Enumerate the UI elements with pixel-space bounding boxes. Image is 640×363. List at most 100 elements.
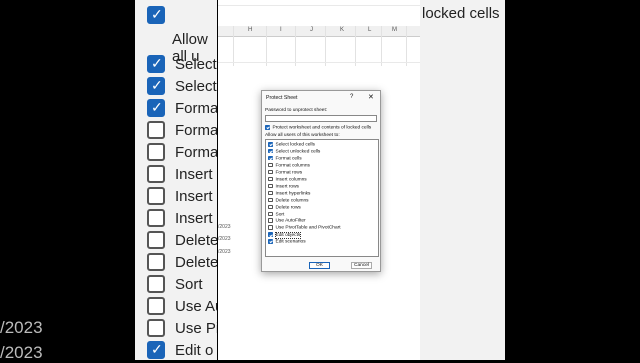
protect-checkbox-box[interactable] <box>265 125 270 130</box>
permission-item[interactable]: Insert rows <box>268 183 299 190</box>
permission-checkbox[interactable] <box>268 239 273 244</box>
column-header-h: H <box>248 27 253 33</box>
bg-zoom-checkbox <box>147 187 165 205</box>
gridline <box>295 26 296 66</box>
permission-item[interactable]: Format cells <box>268 155 302 162</box>
gridline <box>381 26 382 66</box>
bg-zoom-checkbox <box>147 77 165 95</box>
permission-checkbox[interactable] <box>268 218 273 223</box>
permission-checkbox[interactable] <box>268 148 273 154</box>
permission-label: Edit objects <box>274 231 302 239</box>
bg-zoom-label: Edit o <box>175 342 214 359</box>
permission-label: Format rows <box>275 170 303 176</box>
bg-zoom-checkbox <box>147 165 165 183</box>
permissions-list[interactable]: Select locked cells Select unlocked cells… <box>265 139 379 257</box>
column-header-k: K <box>340 27 345 33</box>
bg-zoom-label: Sort <box>175 276 203 293</box>
bg-zoom-checkbox <box>147 99 165 117</box>
background-zoomed-list: Allow all u SelectSelectFormaFormaFormaI… <box>135 0 217 360</box>
bg-zoom-checkbox <box>147 275 165 293</box>
permission-label: Use PivotTable and PivotChart <box>275 225 341 231</box>
permission-item[interactable]: Select unlocked cells <box>268 148 321 155</box>
sheet-date: /2023 <box>218 249 231 255</box>
permission-item[interactable]: Insert hyperlinks <box>268 190 311 197</box>
permission-item[interactable]: Delete columns <box>268 197 309 204</box>
bg-zoom-label: Insert <box>175 210 213 227</box>
bg-date-1: /2023 <box>0 318 43 337</box>
bg-zoom-checkbox <box>147 209 165 227</box>
permission-item[interactable]: Format columns <box>268 162 310 169</box>
bg-zoom-checkbox <box>147 55 165 73</box>
ok-button[interactable]: OK <box>309 262 330 269</box>
background-right <box>505 0 640 360</box>
bg-zoom-label: Select <box>175 56 217 73</box>
column-header-i: I <box>280 27 282 33</box>
permission-label: Select unlocked cells <box>275 149 321 155</box>
permission-item[interactable]: Edit scenarios <box>268 239 306 245</box>
permission-checkbox[interactable] <box>268 225 273 230</box>
bg-zoom-label: Use Pi <box>175 320 217 337</box>
bg-zoom-checkbox <box>147 121 165 139</box>
bg-zoom-label: Forma <box>175 144 217 161</box>
gridline <box>406 26 407 66</box>
permission-label: Edit scenarios <box>275 239 306 245</box>
permission-checkbox[interactable] <box>268 197 273 203</box>
sheet-row-line <box>218 5 420 6</box>
permission-item[interactable]: Sort <box>268 211 284 218</box>
permission-label: Format columns <box>275 163 310 169</box>
allow-users-label: Allow all users of this worksheet to: <box>265 133 340 138</box>
permission-checkbox[interactable] <box>268 232 273 237</box>
column-header-j: J <box>310 27 313 33</box>
sheet-row-line <box>218 62 420 63</box>
permission-checkbox[interactable] <box>268 155 273 161</box>
bg-zoom-checkbox-top <box>147 6 165 24</box>
bg-zoom-checkbox <box>147 341 165 359</box>
bg-zoom-label: Forma <box>175 100 217 117</box>
bg-zoom-checkbox <box>147 253 165 271</box>
permission-label: Insert rows <box>275 184 299 190</box>
bg-zoom-label: Use Au <box>175 298 217 315</box>
permission-item[interactable]: Format rows <box>268 169 303 176</box>
protect-worksheet-checkbox[interactable]: Protect worksheet and contents of locked… <box>265 125 371 131</box>
column-header-l: L <box>368 27 372 33</box>
permission-item[interactable]: Edit objects <box>268 231 302 239</box>
permission-item[interactable]: Delete rows <box>268 204 301 211</box>
permission-label: Delete rows <box>275 205 301 211</box>
permission-checkbox[interactable] <box>268 169 273 175</box>
close-button[interactable]: ✕ <box>368 93 374 101</box>
permission-label: Format cells <box>275 156 302 162</box>
bg-zoom-label: Delete <box>175 232 217 249</box>
bg-zoom-label: Insert <box>175 188 213 205</box>
permission-checkbox[interactable] <box>268 176 273 182</box>
column-headers: H I J K L M <box>218 26 420 37</box>
permission-checkbox[interactable] <box>268 162 273 168</box>
dialog-title: Protect Sheet <box>266 95 298 101</box>
password-label: Password to unprotect sheet: <box>265 108 328 113</box>
permission-item[interactable]: Use AutoFilter <box>268 218 306 224</box>
permission-item[interactable]: Select locked cells <box>268 142 315 148</box>
permission-checkbox[interactable] <box>268 142 273 147</box>
permission-label: Use AutoFilter <box>275 218 306 224</box>
gridline <box>325 26 326 66</box>
permission-checkbox[interactable] <box>268 190 273 196</box>
bg-right-text: locked cells <box>422 5 500 22</box>
gridline <box>355 26 356 66</box>
bg-zoom-label: Insert <box>175 166 213 183</box>
permission-item[interactable]: Use PivotTable and PivotChart <box>268 225 341 231</box>
bg-zoom-checkbox <box>147 231 165 249</box>
permission-checkbox[interactable] <box>268 204 273 210</box>
sheet-date: /2023 <box>218 236 231 242</box>
password-input[interactable] <box>265 115 377 122</box>
permission-checkbox[interactable] <box>268 211 273 216</box>
background-right-zoom: locked cells <box>420 0 505 360</box>
permission-label: Insert hyperlinks <box>275 191 311 197</box>
permission-label: Insert columns <box>275 177 307 183</box>
bg-zoom-checkbox <box>147 319 165 337</box>
bg-zoom-checkbox <box>147 297 165 315</box>
permission-checkbox[interactable] <box>268 183 273 189</box>
gridline <box>266 26 267 66</box>
cancel-button[interactable]: Cancel <box>351 262 372 269</box>
permission-item[interactable]: Insert columns <box>268 176 307 183</box>
bg-date-2: /2023 <box>0 343 43 362</box>
help-button[interactable]: ? <box>350 94 353 100</box>
